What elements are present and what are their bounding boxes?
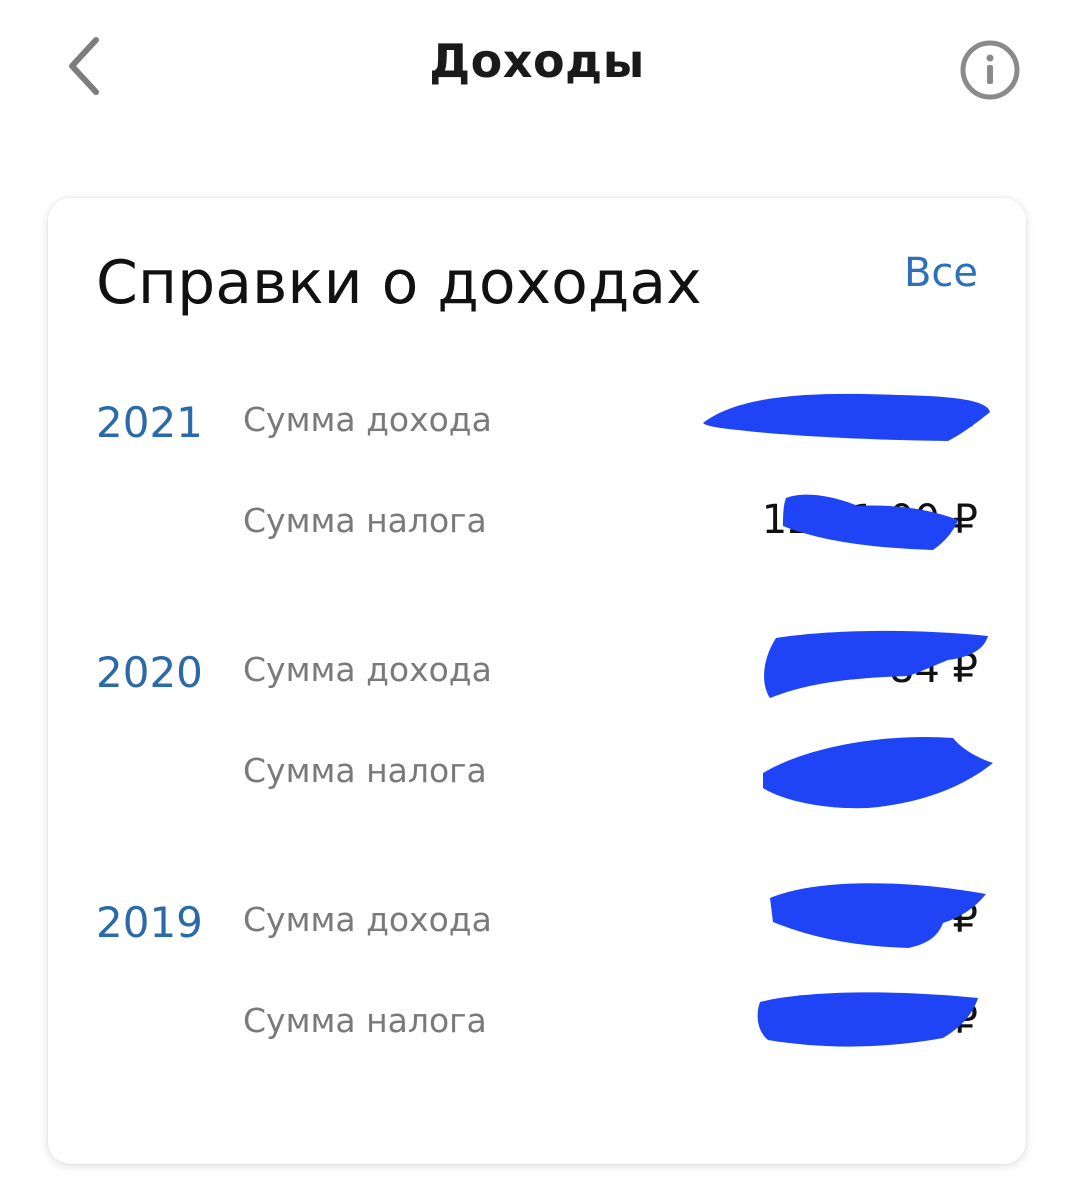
income-row[interactable]: Сумма дохода 1 ₽ <box>48 396 1026 460</box>
year-group-2020: 2020 Сумма дохода 84 ₽ Сумма налога 109 … <box>48 646 1026 848</box>
row-label: Сумма налога <box>243 501 487 540</box>
row-label: Сумма дохода <box>243 400 492 439</box>
row-label: Сумма дохода <box>243 900 492 939</box>
tax-row[interactable]: Сумма налога 11 ₽ <box>48 997 1026 1061</box>
income-row[interactable]: Сумма дохода 84 ₽ <box>48 646 1026 710</box>
row-label: Сумма дохода <box>243 650 492 689</box>
row-value: 85 ₽ <box>888 896 978 942</box>
page-title: Доходы <box>429 34 645 88</box>
income-screen: Доходы Справки о доходах Все 2021 Сумма … <box>0 0 1074 1200</box>
row-value: 11 ₽ <box>888 997 978 1043</box>
info-button[interactable] <box>954 34 1026 106</box>
income-certificates-card: Справки о доходах Все 2021 Сумма дохода … <box>48 198 1026 1164</box>
row-value: 1 ₽ <box>914 396 978 442</box>
income-row[interactable]: Сумма дохода 85 ₽ <box>48 896 1026 960</box>
row-value: 84 ₽ <box>888 646 978 692</box>
info-circle-icon <box>960 40 1020 100</box>
row-value: 128 1.00 ₽ <box>761 497 978 543</box>
year-group-2021: 2021 Сумма дохода 1 ₽ Сумма налога 128 1… <box>48 396 1026 598</box>
app-header: Доходы <box>0 0 1074 140</box>
tax-row[interactable]: Сумма налога 109 ₽ <box>48 747 1026 811</box>
row-label: Сумма налога <box>243 751 487 790</box>
tax-row[interactable]: Сумма налога 128 1.00 ₽ <box>48 497 1026 561</box>
row-label: Сумма налога <box>243 1001 487 1040</box>
card-title: Справки о доходах <box>96 248 702 318</box>
year-group-2019: 2019 Сумма дохода 85 ₽ Сумма налога 11 ₽ <box>48 896 1026 1098</box>
row-value: 109 ₽ <box>863 747 978 793</box>
all-link[interactable]: Все <box>904 250 978 296</box>
